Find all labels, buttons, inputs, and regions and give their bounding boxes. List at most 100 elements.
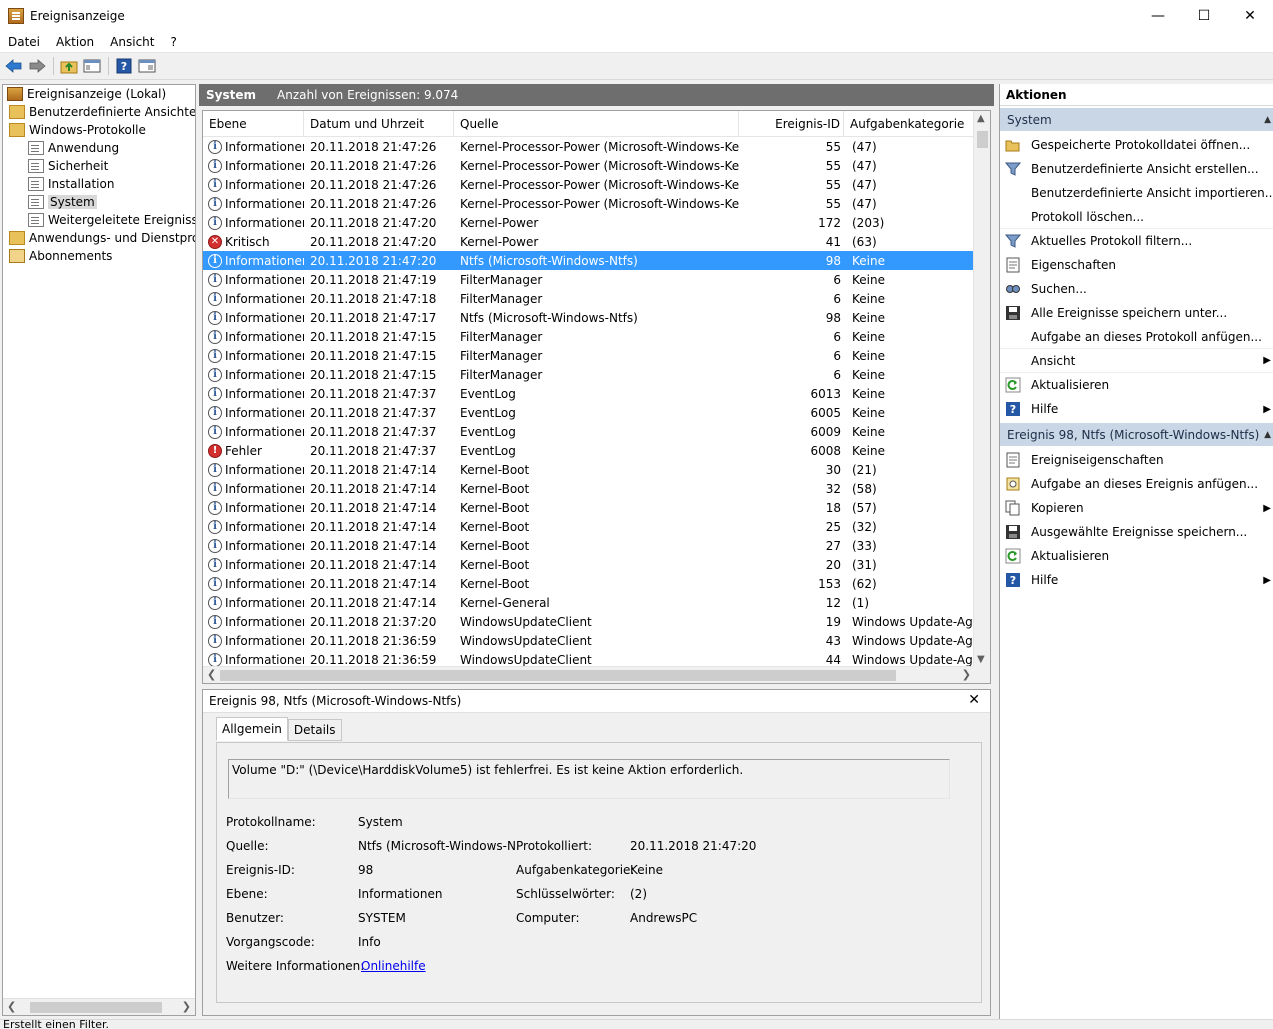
event-row[interactable]: i Informationen 20.11.2018 21:36:59 Windows… <box>203 631 975 650</box>
menu-datei[interactable]: Datei <box>0 35 48 49</box>
event-row[interactable]: i Informationen 20.11.2018 21:47:20 Kernel-… <box>203 213 975 232</box>
event-row[interactable]: i Informationen 20.11.2018 21:47:14 Kernel-… <box>203 479 975 498</box>
column-header-date[interactable]: Datum und Uhrzeit <box>304 111 454 137</box>
back-button[interactable] <box>3 55 25 77</box>
computer-value[interactable]: AndrewsPC <box>630 911 697 925</box>
minimize-button[interactable]: — <box>1135 0 1181 31</box>
event-row[interactable]: ✕ Kritisch 20.11.2018 21:47:20 Kernel-Power… <box>203 232 975 251</box>
event-row[interactable]: i Informationen 20.11.2018 21:47:18 FilterM… <box>203 289 975 308</box>
event-message[interactable]: Volume "D:" (\Device\HarddiskVolume5) is… <box>228 759 950 799</box>
scroll-right-icon[interactable]: ❯ <box>182 1000 191 1013</box>
scroll-up-icon[interactable]: ▲ <box>977 113 985 124</box>
event-row[interactable]: ! Fehler 20.11.2018 21:47:37 EventLog 6008 Ke… <box>203 441 975 460</box>
tree-item[interactable]: Anwendungs- und Dienstprotokolle <box>3 229 195 247</box>
action-item[interactable]: Ausgewählte Ereignisse speichern... <box>1000 520 1273 544</box>
tree-item[interactable]: Sicherheit <box>3 157 195 175</box>
help-toolbar-button[interactable]: ? <box>113 55 135 77</box>
maximize-button[interactable]: ☐ <box>1181 0 1227 31</box>
action-item[interactable]: ? Hilfe ▶ <box>1000 568 1273 592</box>
tab-details[interactable]: Details <box>287 719 342 741</box>
tree-item[interactable]: Windows-Protokolle <box>3 121 195 139</box>
column-header-task-category[interactable]: Aufgabenkategorie <box>844 111 975 137</box>
tree-item[interactable]: Installation <box>3 175 195 193</box>
tree-item[interactable]: Ereignisanzeige (Lokal) <box>3 85 195 103</box>
menu-aktion[interactable]: Aktion <box>48 35 102 49</box>
menu-help[interactable]: ? <box>162 35 184 49</box>
action-item[interactable]: Protokoll löschen... <box>1000 205 1273 229</box>
actions-section-event[interactable]: Ereignis 98, Ntfs (Microsoft-Windows-Ntf… <box>1000 423 1273 446</box>
scroll-thumb[interactable] <box>30 1002 162 1013</box>
online-help-link[interactable]: Onlinehilfe <box>361 959 426 973</box>
event-row[interactable]: i Informationen 20.11.2018 21:47:15 FilterM… <box>203 346 975 365</box>
logname-value[interactable]: System <box>358 815 403 829</box>
event-row[interactable]: i Informationen 20.11.2018 21:47:37 EventLo… <box>203 422 975 441</box>
event-row[interactable]: i Informationen 20.11.2018 21:47:14 Kernel-… <box>203 498 975 517</box>
actions-section-system[interactable]: System <box>1000 108 1273 131</box>
tab-allgemein[interactable]: Allgemein <box>216 717 288 741</box>
menu-ansicht[interactable]: Ansicht <box>102 35 162 49</box>
event-row[interactable]: i Informationen 20.11.2018 21:47:15 FilterM… <box>203 327 975 346</box>
tree-item[interactable]: Anwendung <box>3 139 195 157</box>
action-item[interactable]: Aktualisieren <box>1000 544 1273 568</box>
tree-horizontal-scrollbar[interactable]: ❮ ❯ <box>3 998 195 1015</box>
event-row[interactable]: i Informationen 20.11.2018 21:47:20 Ntfs (M… <box>203 251 975 270</box>
level-value[interactable]: Informationen <box>358 887 442 901</box>
close-detail-icon[interactable]: ✕ <box>968 692 980 708</box>
close-button[interactable]: ✕ <box>1227 0 1273 31</box>
scroll-left-icon[interactable]: ❮ <box>7 1000 16 1013</box>
event-row[interactable]: i Informationen 20.11.2018 21:47:14 Kernel-… <box>203 460 975 479</box>
event-row[interactable]: i Informationen 20.11.2018 21:47:19 FilterM… <box>203 270 975 289</box>
event-row[interactable]: i Informationen 20.11.2018 21:47:14 Kernel-… <box>203 593 975 612</box>
action-item[interactable]: Alle Ereignisse speichern unter... <box>1000 301 1273 325</box>
up-folder-button[interactable] <box>58 55 80 77</box>
event-row[interactable]: i Informationen 20.11.2018 21:47:26 Kernel-… <box>203 175 975 194</box>
event-row[interactable]: i Informationen 20.11.2018 21:47:26 Kernel-… <box>203 194 975 213</box>
event-row[interactable]: i Informationen 20.11.2018 21:37:20 Windows… <box>203 612 975 631</box>
action-item[interactable]: Aktuelles Protokoll filtern... <box>1000 229 1273 253</box>
event-list-horizontal-scrollbar[interactable]: ❮ ❯ <box>203 666 975 683</box>
logged-value[interactable]: 20.11.2018 21:47:20 <box>630 839 756 853</box>
action-item[interactable]: Eigenschaften <box>1000 253 1273 277</box>
taskcat-value[interactable]: Keine <box>630 863 663 877</box>
event-row[interactable]: i Informationen 20.11.2018 21:47:17 Ntfs (M… <box>203 308 975 327</box>
show-hide-action-pane-button[interactable] <box>136 55 158 77</box>
source-value[interactable]: Ntfs (Microsoft-Windows-N <box>358 839 516 853</box>
event-row[interactable]: i Informationen 20.11.2018 21:47:26 Kernel-… <box>203 137 975 156</box>
tree-item[interactable]: Weitergeleitete Ereignisse <box>3 211 195 229</box>
action-item[interactable]: Aufgabe an dieses Protokoll anfügen... <box>1000 325 1273 349</box>
action-item[interactable]: Aktualisieren <box>1000 373 1273 397</box>
scroll-right-icon[interactable]: ❯ <box>962 668 971 681</box>
event-row[interactable]: i Informationen 20.11.2018 21:47:14 Kernel-… <box>203 574 975 593</box>
column-header-event-id[interactable]: Ereignis-ID <box>739 111 844 137</box>
forward-button[interactable] <box>26 55 48 77</box>
eventid-value[interactable]: 98 <box>358 863 373 877</box>
action-item[interactable]: Ereigniseigenschaften <box>1000 448 1273 472</box>
user-value[interactable]: SYSTEM <box>358 911 406 925</box>
opcode-value[interactable]: Info <box>358 935 381 949</box>
action-item[interactable]: Ansicht ▶ <box>1000 349 1273 373</box>
event-row[interactable]: i Informationen 20.11.2018 21:47:14 Kernel-… <box>203 555 975 574</box>
action-item[interactable]: Aufgabe an dieses Ereignis anfügen... <box>1000 472 1273 496</box>
column-header-source[interactable]: Quelle <box>454 111 739 137</box>
tree-item[interactable]: Abonnements <box>3 247 195 265</box>
event-row[interactable]: i Informationen 20.11.2018 21:47:37 EventLo… <box>203 403 975 422</box>
action-item[interactable]: Suchen... <box>1000 277 1273 301</box>
column-header-level[interactable]: Ebene <box>203 111 304 137</box>
action-item[interactable]: Kopieren ▶ <box>1000 496 1273 520</box>
event-row[interactable]: i Informationen 20.11.2018 21:47:37 EventLo… <box>203 384 975 403</box>
event-list-vertical-scrollbar[interactable]: ▲ ▼ <box>973 111 990 667</box>
event-row[interactable]: i Informationen 20.11.2018 21:47:14 Kernel-… <box>203 517 975 536</box>
event-row[interactable]: i Informationen 20.11.2018 21:47:26 Kernel-… <box>203 156 975 175</box>
event-row[interactable]: i Informationen 20.11.2018 21:47:15 FilterM… <box>203 365 975 384</box>
scroll-down-icon[interactable]: ▼ <box>977 654 985 665</box>
scroll-left-icon[interactable]: ❮ <box>207 668 216 681</box>
action-item[interactable]: ? Hilfe ▶ <box>1000 397 1273 421</box>
action-item[interactable]: Benutzerdefinierte Ansicht importieren..… <box>1000 181 1273 205</box>
scroll-thumb[interactable] <box>977 131 988 148</box>
action-item[interactable]: Benutzerdefinierte Ansicht erstellen... <box>1000 157 1273 181</box>
show-hide-console-tree-button[interactable] <box>81 55 103 77</box>
tree-item[interactable]: Benutzerdefinierte Ansichten <box>3 103 195 121</box>
scroll-thumb[interactable] <box>220 670 896 681</box>
action-item[interactable]: Gespeicherte Protokolldatei öffnen... <box>1000 133 1273 157</box>
event-row[interactable]: i Informationen 20.11.2018 21:47:14 Kernel-… <box>203 536 975 555</box>
